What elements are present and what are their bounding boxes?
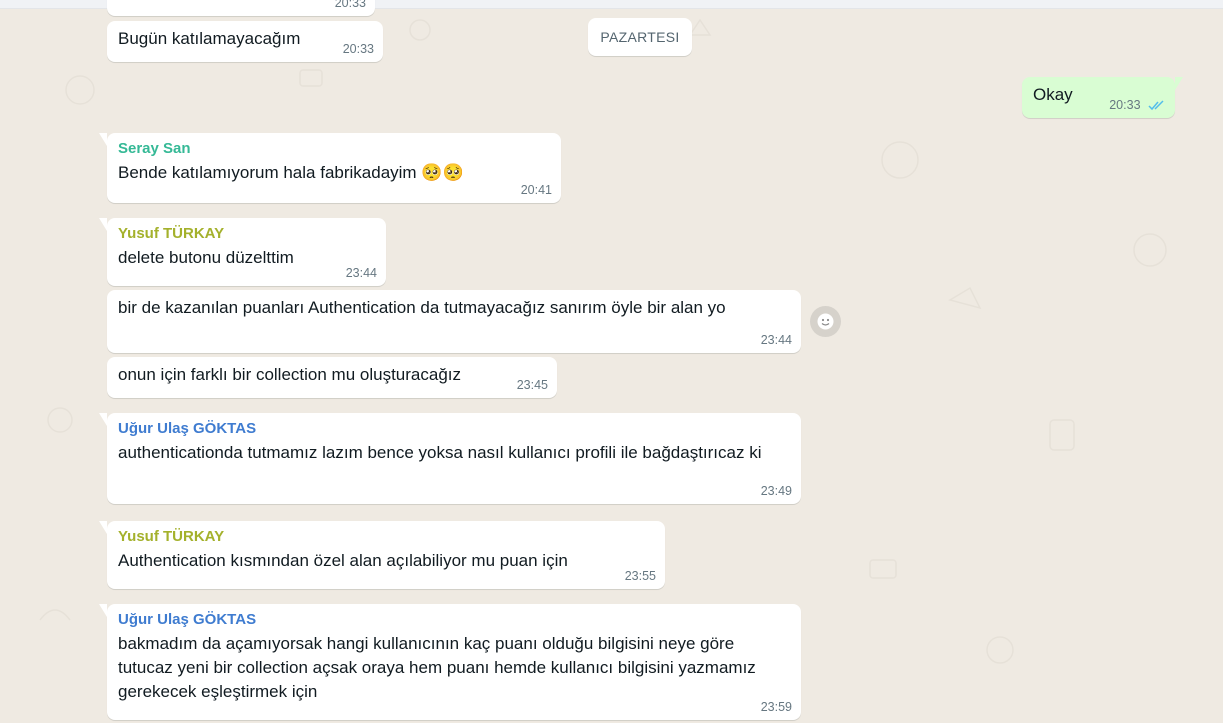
double-check-read-icon (1148, 100, 1164, 111)
message-bubble[interactable]: bir de kazanılan puanları Authentication… (107, 290, 801, 353)
react-emoji-button[interactable] (810, 306, 841, 337)
day-separator: PAZARTESI (588, 18, 692, 56)
message-text: Authentication kısmından özel alan açıla… (118, 551, 568, 570)
outgoing-message-bubble[interactable]: Okay 20:33 (1022, 77, 1183, 118)
message-time: 23:44 (345, 266, 377, 280)
message-bubble[interactable]: Uğur Ulaş GÖKTAS authenticationda tutmam… (99, 413, 801, 504)
message-time: 23:49 (760, 484, 792, 498)
message-bubble[interactable]: onun için farklı bir collection mu oluşt… (107, 357, 557, 398)
sender-name: Uğur Ulaş GÖKTAS (118, 611, 257, 628)
message-bubble[interactable]: Uğur Ulaş GÖKTAS bakmadım da açamıyorsak… (99, 604, 801, 720)
message-time: 20:33 (334, 0, 366, 10)
message-bubble[interactable]: Yusuf TÜRKAY Authentication kısmından öz… (99, 521, 665, 589)
message-time: 20:33 (1109, 98, 1141, 112)
bubble-tail (99, 604, 107, 617)
message-text: onun için farklı bir collection mu oluşt… (118, 365, 461, 384)
sender-name: Seray San (118, 140, 191, 157)
message-text: Bende katılamıyorum hala fabrikadayim (118, 163, 417, 182)
message-bubble[interactable]: Yusuf TÜRKAY delete butonu düzelttim 23:… (99, 218, 386, 286)
bubble-tail (1175, 77, 1183, 90)
message-text: delete butonu düzelttim (118, 248, 294, 267)
message-time: 23:44 (760, 333, 792, 347)
message-text: bir de kazanılan puanları Authentication… (118, 298, 726, 317)
smiley-icon (817, 313, 834, 330)
message-bubble[interactable]: Bugün katılamayacağım 20:33 (107, 21, 383, 62)
message-time: 23:55 (624, 569, 656, 583)
message-bubble-partial[interactable]: 20:33 (107, 0, 375, 16)
emoji: 🥺🥺 (421, 163, 464, 182)
bubble-tail (99, 133, 107, 146)
message-time: 20:33 (342, 42, 374, 56)
bubble-tail (99, 413, 107, 426)
sender-name: Yusuf TÜRKAY (118, 528, 225, 545)
message-time: 23:45 (516, 378, 548, 392)
sender-name: Uğur Ulaş GÖKTAS (118, 420, 257, 437)
message-text: authenticationda tutmamız lazım bence yo… (118, 443, 762, 462)
bubble-tail (99, 218, 107, 231)
message-text: Bugün katılamayacağım (118, 29, 301, 48)
message-time-status: 20:33 (1109, 98, 1166, 112)
message-time: 23:59 (760, 700, 792, 714)
sender-name: Yusuf TÜRKAY (118, 225, 225, 242)
message-time: 20:41 (520, 183, 552, 197)
message-text: bakmadım da açamıyorsak hangi kullanıcın… (118, 634, 756, 701)
message-bubble[interactable]: Seray San Bende katılamıyorum hala fabri… (99, 133, 561, 203)
bubble-tail (99, 521, 107, 534)
